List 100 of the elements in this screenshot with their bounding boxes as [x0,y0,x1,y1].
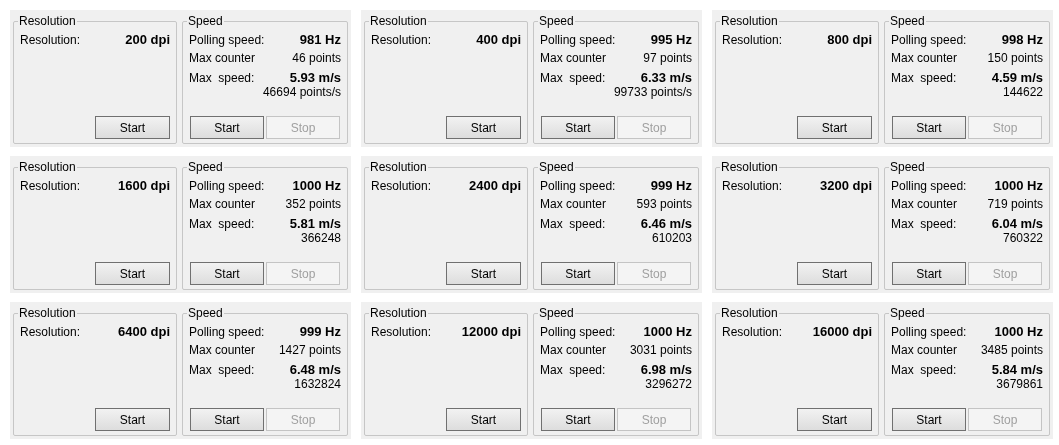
counter-value: 352 points [285,196,341,213]
speed-label: Max speed: [189,70,255,87]
group-title: Resolution [720,13,779,30]
counter-label: Max counter [891,342,958,359]
start-button[interactable]: Start [797,408,872,431]
start-button[interactable]: Start [797,116,872,139]
resolution-label: Resolution: [20,178,81,195]
start-button[interactable]: Start [541,116,615,139]
polling-label: Polling speed: [891,178,967,195]
resolution-value: 2400 dpi [468,177,521,195]
resolution-label: Resolution: [722,32,783,49]
speed-points: 99733 points/s [613,85,692,99]
counter-label: Max counter [891,196,958,213]
counter-label: Max counter [540,50,607,67]
counter-value: 3031 points [629,342,692,359]
polling-label: Polling speed: [189,178,265,195]
group-title: Speed [538,159,575,176]
group-title: Speed [889,305,926,322]
resolution-label: Resolution: [722,178,783,195]
resolution-value: 1600 dpi [117,177,170,195]
group-title: Speed [187,305,224,322]
group-title: Resolution [720,305,779,322]
group-title: Resolution [720,159,779,176]
start-button[interactable]: Start [892,116,966,139]
counter-value: 97 points [643,50,692,67]
start-button[interactable]: Start [446,116,521,139]
polling-value: 999 Hz [650,177,692,195]
counter-label: Max counter [540,196,607,213]
speed-label: Max speed: [189,216,255,233]
speed-label: Max speed: [891,70,957,87]
group-title: Resolution [369,159,428,176]
speed-points: 610203 [651,231,692,245]
speed-label: Max speed: [540,362,606,379]
start-button[interactable]: Start [190,408,264,431]
resolution-value: 16000 dpi [812,323,872,341]
counter-label: Max counter [891,50,958,67]
polling-label: Polling speed: [189,32,265,49]
speed-value: 4.59 m/s [991,69,1043,87]
counter-value: 46 points [292,50,341,67]
resolution-value: 200 dpi [125,31,170,49]
start-button[interactable]: Start [446,262,521,285]
speed-points: 366248 [300,231,341,245]
group-title: Resolution [18,159,77,176]
speed-value: 6.46 m/s [640,215,692,233]
counter-label: Max counter [189,50,256,67]
counter-value: 3485 points [980,342,1043,359]
speed-value: 6.98 m/s [640,361,692,379]
start-button[interactable]: Start [190,116,264,139]
polling-label: Polling speed: [189,324,265,341]
start-button[interactable]: Start [892,408,966,431]
start-button[interactable]: Start [190,262,264,285]
resolution-label: Resolution: [371,324,432,341]
polling-value: 995 Hz [650,31,692,49]
speed-label: Max speed: [189,362,255,379]
counter-value: 593 points [636,196,692,213]
polling-value: 999 Hz [299,323,341,341]
resolution-value: 6400 dpi [117,323,170,341]
start-button[interactable]: Start [892,262,966,285]
polling-label: Polling speed: [540,324,616,341]
speed-value: 5.81 m/s [289,215,341,233]
group-title: Resolution [18,13,77,30]
counter-label: Max counter [189,196,256,213]
speed-label: Max speed: [891,216,957,233]
polling-value: 998 Hz [1001,31,1043,49]
group-title: Speed [538,305,575,322]
speed-points: 144622 [1002,85,1043,99]
group-title: Speed [889,159,926,176]
polling-value: 1000 Hz [994,177,1043,195]
group-title: Speed [538,13,575,30]
speed-value: 6.33 m/s [640,69,692,87]
start-button[interactable]: Start [446,408,521,431]
counter-value: 1427 points [278,342,341,359]
speed-value: 5.84 m/s [991,361,1043,379]
speed-points: 1632824 [294,377,341,391]
speed-label: Max speed: [540,70,606,87]
counter-label: Max counter [189,342,256,359]
start-button[interactable]: Start [95,116,170,139]
resolution-label: Resolution: [722,324,783,341]
speed-points: 3296272 [645,377,692,391]
counter-label: Max counter [540,342,607,359]
polling-value: 981 Hz [299,31,341,49]
resolution-value: 800 dpi [827,31,872,49]
group-title: Speed [187,13,224,30]
polling-label: Polling speed: [891,324,967,341]
start-button[interactable]: Start [797,262,872,285]
start-button[interactable]: Start [541,408,615,431]
resolution-label: Resolution: [20,324,81,341]
start-button[interactable]: Start [541,262,615,285]
group-title: Speed [889,13,926,30]
start-button[interactable]: Start [95,408,170,431]
group-title: Speed [187,159,224,176]
polling-value: 1000 Hz [292,177,341,195]
resolution-label: Resolution: [20,32,81,49]
speed-label: Max speed: [540,216,606,233]
group-title: Resolution [369,305,428,322]
resolution-label: Resolution: [371,178,432,195]
polling-value: 1000 Hz [994,323,1043,341]
speed-value: 6.04 m/s [991,215,1043,233]
resolution-value: 12000 dpi [461,323,521,341]
start-button[interactable]: Start [95,262,170,285]
